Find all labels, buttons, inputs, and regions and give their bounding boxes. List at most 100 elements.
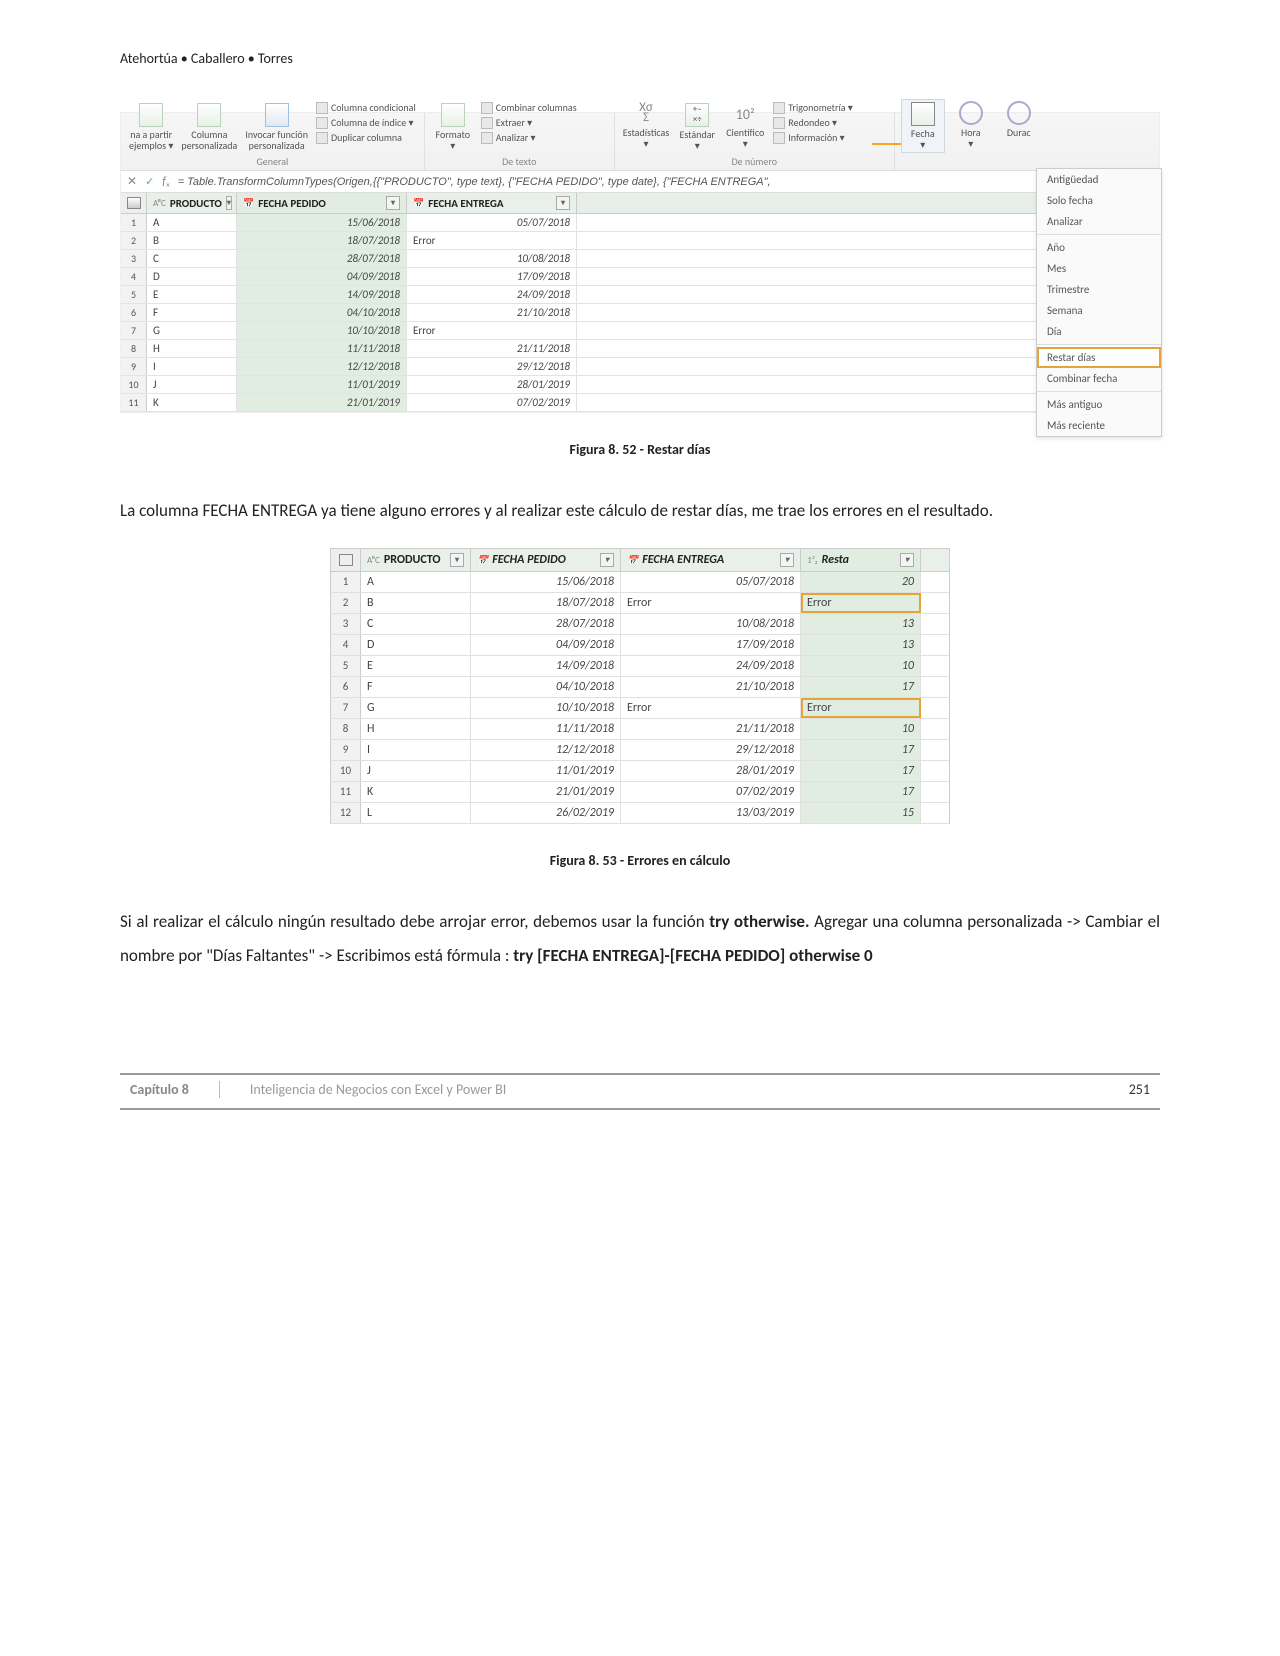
filter-dropdown-icon[interactable]: ▾ xyxy=(386,196,400,210)
mi-antiguedad[interactable]: Antigüedad xyxy=(1037,169,1161,190)
table-row[interactable]: 6F04/10/201821/10/2018 xyxy=(121,304,1159,322)
label: Durac xyxy=(1007,127,1031,138)
table-row[interactable]: 9I12/12/201829/12/2018 xyxy=(121,358,1159,376)
col-header-producto[interactable]: AᴮCPRODUCTO▾ xyxy=(361,549,471,571)
table-row[interactable]: 1A15/06/201805/07/2018 xyxy=(121,214,1159,232)
table-row[interactable]: 3C28/07/201810/08/2018 xyxy=(121,250,1159,268)
cell-fecha-pedido: 10/10/2018 xyxy=(471,698,621,718)
btn-extraer[interactable]: Extraer ▾ xyxy=(479,116,579,130)
duplicate-icon xyxy=(316,132,328,144)
btn-fecha[interactable]: Fecha ▾ xyxy=(901,99,945,153)
col-header-resta[interactable]: 1²₃Resta▾ xyxy=(801,549,921,571)
table2-body: 1A15/06/201805/07/2018202B18/07/2018Erro… xyxy=(330,572,950,824)
btn-conditional-column[interactable]: Columna condicional xyxy=(314,101,418,115)
table-producto-fechas: AᴮCPRODUCTO▾ 📅FECHA PEDIDO▾ 📅FECHA ENTRE… xyxy=(121,193,1159,412)
cell-producto: D xyxy=(361,635,471,655)
btn-cientifico[interactable]: 10² Científico ▾ xyxy=(723,101,767,151)
btn-redondeo[interactable]: Redondeo ▾ xyxy=(771,116,855,130)
table-select-icon[interactable] xyxy=(339,554,353,566)
cell-resta: 17 xyxy=(801,761,921,781)
footer-title: Inteligencia de Negocios con Excel y Pow… xyxy=(220,1081,1129,1098)
btn-combinar-columnas[interactable]: Combinar columnas xyxy=(479,101,579,115)
btn-index-column[interactable]: Columna de índice ▾ xyxy=(314,116,418,130)
row-index: 5 xyxy=(121,286,147,303)
table-row[interactable]: 11K21/01/201907/02/201917 xyxy=(330,782,950,803)
cell-fecha-pedido: 11/01/2019 xyxy=(237,376,407,393)
filter-dropdown-icon[interactable]: ▾ xyxy=(900,553,914,567)
row-index: 4 xyxy=(331,635,361,655)
page-footer: Capítulo 8 Inteligencia de Negocios con … xyxy=(120,1073,1160,1104)
parse-icon xyxy=(481,132,493,144)
btn-duracion[interactable]: Durac xyxy=(997,99,1041,140)
fx-icon[interactable]: fₓ xyxy=(162,175,169,189)
mi-ano[interactable]: Año xyxy=(1037,237,1161,258)
table-row[interactable]: 12L26/02/201913/03/201915 xyxy=(330,803,950,824)
table-row[interactable]: 9I12/12/201829/12/201817 xyxy=(330,740,950,761)
table-row[interactable]: 1A15/06/201805/07/201820 xyxy=(330,572,950,593)
btn-custom-column[interactable]: Columna personalizada xyxy=(179,101,239,153)
btn-informacion[interactable]: Información ▾ xyxy=(771,131,855,145)
btn-analizar[interactable]: Analizar ▾ xyxy=(479,131,579,145)
table-row[interactable]: 4D04/09/201817/09/201813 xyxy=(330,635,950,656)
col-header-fecha-pedido[interactable]: 📅FECHA PEDIDO▾ xyxy=(237,193,407,213)
table-row[interactable]: 8H11/11/201821/11/201810 xyxy=(330,719,950,740)
table-row[interactable]: 2B18/07/2018Error xyxy=(121,232,1159,250)
cell-fecha-entrega: 29/12/2018 xyxy=(407,358,577,375)
fx-icon xyxy=(265,103,289,127)
btn-column-from-examples[interactable]: na a partir ejemplos ▾ xyxy=(127,101,175,153)
mi-analizar[interactable]: Analizar xyxy=(1037,211,1161,232)
mi-mas-reciente[interactable]: Más reciente xyxy=(1037,415,1161,436)
mi-trimestre[interactable]: Trimestre xyxy=(1037,279,1161,300)
filter-dropdown-icon[interactable]: ▾ xyxy=(226,196,232,210)
table-row[interactable]: 8H11/11/201821/11/2018 xyxy=(121,340,1159,358)
filter-dropdown-icon[interactable]: ▾ xyxy=(450,553,464,567)
btn-formato[interactable]: Formato ▾ xyxy=(431,101,475,153)
cell-fecha-pedido: 04/09/2018 xyxy=(471,635,621,655)
table-row[interactable]: 3C28/07/201810/08/201813 xyxy=(330,614,950,635)
group-denumero-label: De número xyxy=(621,153,888,170)
btn-estandar[interactable]: +−×÷ Estándar ▾ xyxy=(675,101,719,153)
mi-mes[interactable]: Mes xyxy=(1037,258,1161,279)
table-row[interactable]: 11K21/01/201907/02/2019 xyxy=(121,394,1159,412)
table-row[interactable]: 6F04/10/201821/10/201817 xyxy=(330,677,950,698)
table-row[interactable]: 7G10/10/2018ErrorError xyxy=(330,698,950,719)
cell-fecha-entrega: 05/07/2018 xyxy=(407,214,577,231)
col-header-producto[interactable]: AᴮCPRODUCTO▾ xyxy=(147,193,237,213)
table-row[interactable]: 5E14/09/201824/09/201810 xyxy=(330,656,950,677)
btn-trigonometria[interactable]: Trigonometría ▾ xyxy=(771,101,855,115)
btn-hora[interactable]: Hora ▾ xyxy=(949,99,993,151)
cell-producto: C xyxy=(147,250,237,267)
standard-icon: +−×÷ xyxy=(685,103,709,127)
mi-solofecha[interactable]: Solo fecha xyxy=(1037,190,1161,211)
filter-dropdown-icon[interactable]: ▾ xyxy=(780,553,794,567)
table-row[interactable]: 10J11/01/201928/01/201917 xyxy=(330,761,950,782)
btn-duplicate-column[interactable]: Duplicar columna xyxy=(314,131,418,145)
table-row[interactable]: 7G10/10/2018Error xyxy=(121,322,1159,340)
cell-fecha-entrega: 13/03/2019 xyxy=(621,803,801,823)
footer-chapter: Capítulo 8 xyxy=(120,1081,220,1098)
col-header-fecha-entrega[interactable]: 📅FECHA ENTREGA▾ xyxy=(621,549,801,571)
cell-fecha-entrega: 24/09/2018 xyxy=(407,286,577,303)
mi-dia[interactable]: Día xyxy=(1037,321,1161,342)
formula-input[interactable] xyxy=(178,176,1153,188)
table-row[interactable]: 10J11/01/201928/01/2019 xyxy=(121,376,1159,394)
accept-formula-icon[interactable]: ✓ xyxy=(145,175,154,188)
cell-fecha-pedido: 10/10/2018 xyxy=(237,322,407,339)
btn-estadisticas[interactable]: Χσ Σ Estadísticas ▾ xyxy=(621,101,671,151)
btn-invoke-function[interactable]: Invocar función personalizada xyxy=(243,101,310,153)
col-header-fecha-pedido[interactable]: 📅FECHA PEDIDO▾ xyxy=(471,549,621,571)
mi-combinar-fecha[interactable]: Combinar fecha xyxy=(1037,368,1161,389)
table-row[interactable]: 2B18/07/2018ErrorError xyxy=(330,593,950,614)
mi-semana[interactable]: Semana xyxy=(1037,300,1161,321)
mi-mas-antiguo[interactable]: Más antiguo xyxy=(1037,394,1161,415)
cell-fecha-pedido: 12/12/2018 xyxy=(471,740,621,760)
cancel-formula-icon[interactable]: ✕ xyxy=(127,174,137,189)
table-row[interactable]: 5E14/09/201824/09/2018 xyxy=(121,286,1159,304)
filter-dropdown-icon[interactable]: ▾ xyxy=(556,196,570,210)
filter-dropdown-icon[interactable]: ▾ xyxy=(600,553,614,567)
mi-restar-dias[interactable]: Restar días xyxy=(1037,347,1161,368)
cell-fecha-entrega: 05/07/2018 xyxy=(621,572,801,592)
table-select-icon[interactable] xyxy=(127,197,141,209)
col-header-fecha-entrega[interactable]: 📅FECHA ENTREGA▾ xyxy=(407,193,577,213)
table-row[interactable]: 4D04/09/201817/09/2018 xyxy=(121,268,1159,286)
